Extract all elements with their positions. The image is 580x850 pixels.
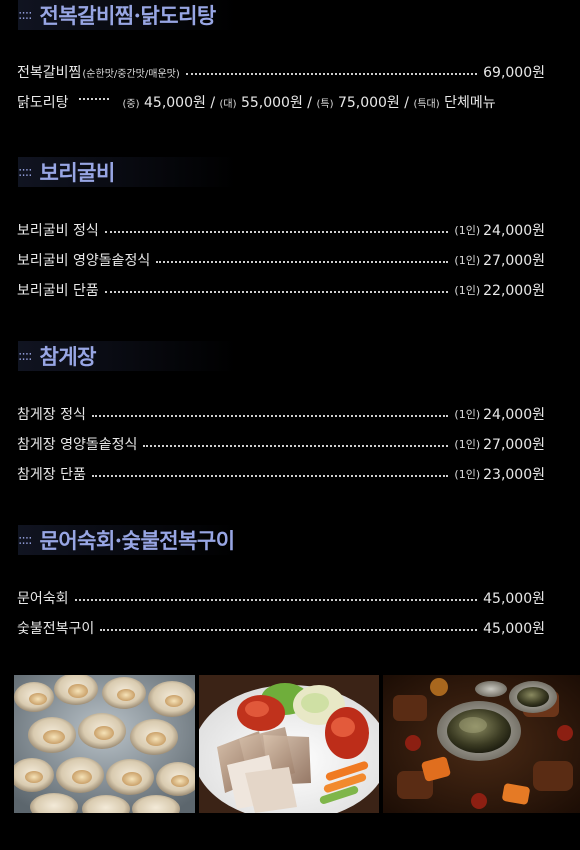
menu-item-price: 75,000원 / bbox=[337, 95, 409, 111]
menu-item-row: 보리굴비 단품 (1인) 22,000원 bbox=[17, 279, 545, 301]
menu-item-name: 참게장 영양돌솥정식 bbox=[17, 437, 138, 453]
menu-item-row: 보리굴비 영양돌솥정식 (1인) 27,000원 bbox=[17, 249, 545, 271]
bossam-pork-platter-photo bbox=[199, 675, 379, 813]
bossam-image bbox=[199, 675, 379, 813]
section-title: 참게장 bbox=[39, 344, 97, 369]
menu-item-price: 45,000원 bbox=[483, 591, 545, 607]
size-label: (1인) bbox=[454, 254, 481, 267]
section-header: :::: 문어숙회·숯불전복구이 bbox=[18, 525, 248, 555]
size-label: (특) bbox=[316, 98, 334, 110]
menu-item-name: 전복갈비찜 bbox=[17, 65, 82, 81]
menu-item-price: 69,000원 bbox=[483, 65, 545, 81]
dotted-leader bbox=[143, 445, 449, 447]
menu-item-price: 24,000원 bbox=[483, 223, 545, 239]
size-label: (대) bbox=[219, 98, 237, 110]
menu-item-name: 보리굴비 정식 bbox=[17, 223, 99, 239]
size-label: (1인) bbox=[454, 438, 481, 451]
section-title: 문어숙회·숯불전복구이 bbox=[39, 528, 236, 553]
menu-item-price: 45,000원 / bbox=[144, 95, 216, 111]
size-label: (1인) bbox=[454, 224, 481, 237]
menu-item-row: 보리굴비 정식 (1인) 24,000원 bbox=[17, 219, 545, 241]
menu-item-row: 참게장 정식 (1인) 24,000원 bbox=[17, 403, 545, 425]
menu-item-name: 문어숙회 bbox=[17, 591, 69, 607]
menu-item-name: 보리굴비 단품 bbox=[17, 283, 99, 299]
menu-item-price: 24,000원 bbox=[483, 407, 545, 423]
dotted-leader bbox=[104, 291, 449, 293]
dotted-leader bbox=[100, 629, 478, 631]
shellfish-image bbox=[14, 675, 195, 813]
size-label: (특대) bbox=[413, 98, 440, 110]
menu-item-row: 참게장 영양돌솥정식 (1인) 27,000원 bbox=[17, 433, 545, 455]
section-bullet: :::: bbox=[18, 7, 32, 23]
section-bullet: :::: bbox=[18, 532, 32, 548]
dotted-leader bbox=[78, 98, 109, 100]
section-header: :::: 참게장 bbox=[18, 341, 248, 371]
menu-item-price: 단체메뉴 bbox=[444, 95, 496, 111]
menu-item-row: 닭도리탕 (중) 45,000원 / (대) 55,000원 / (특) 75,… bbox=[17, 91, 545, 113]
steamed-shellfish-photo bbox=[14, 675, 195, 813]
section-header: :::: 보리굴비 bbox=[18, 157, 248, 187]
menu-item-price: 45,000원 bbox=[483, 621, 545, 637]
section-bullet: :::: bbox=[18, 348, 32, 364]
dotted-leader bbox=[185, 73, 478, 75]
menu-item-options: (순한맛/중간맛/매운맛) bbox=[82, 68, 180, 80]
menu-item-price: 27,000원 bbox=[483, 437, 545, 453]
menu-item-price: 22,000원 bbox=[483, 283, 545, 299]
menu-item-row: 숯불전복구이 45,000원 bbox=[17, 617, 545, 639]
dotted-leader bbox=[156, 261, 449, 263]
size-label: (중) bbox=[122, 98, 140, 110]
abalone-galbi-image bbox=[383, 675, 580, 813]
menu-item-price: 27,000원 bbox=[483, 253, 545, 269]
dotted-leader bbox=[91, 415, 449, 417]
menu-item-name: 닭도리탕 bbox=[17, 95, 69, 111]
section-title: 보리굴비 bbox=[39, 160, 116, 185]
menu-item-name: 보리굴비 영양돌솥정식 bbox=[17, 253, 151, 269]
menu-item-price: 23,000원 bbox=[483, 467, 545, 483]
braised-abalone-galbi-photo bbox=[383, 675, 580, 813]
section-header: :::: 전복갈비찜·닭도리탕 bbox=[18, 0, 248, 30]
menu-item-price: 55,000원 / bbox=[240, 95, 313, 111]
size-label: (1인) bbox=[454, 408, 481, 421]
dotted-leader bbox=[91, 475, 449, 477]
menu-item-name: 숯불전복구이 bbox=[17, 621, 95, 637]
menu-item-row: 참게장 단품 (1인) 23,000원 bbox=[17, 463, 545, 485]
menu-item-name: 참게장 정식 bbox=[17, 407, 86, 423]
menu-item-row: 전복갈비찜 (순한맛/중간맛/매운맛) 69,000원 bbox=[17, 61, 545, 83]
section-bullet: :::: bbox=[18, 164, 32, 180]
menu-item-name: 참게장 단품 bbox=[17, 467, 86, 483]
dotted-leader bbox=[104, 231, 449, 233]
section-title: 전복갈비찜·닭도리탕 bbox=[39, 3, 217, 28]
dotted-leader bbox=[74, 599, 478, 601]
size-label: (1인) bbox=[454, 284, 481, 297]
menu-item-row: 문어숙회 45,000원 bbox=[17, 587, 545, 609]
size-label: (1인) bbox=[454, 468, 481, 481]
